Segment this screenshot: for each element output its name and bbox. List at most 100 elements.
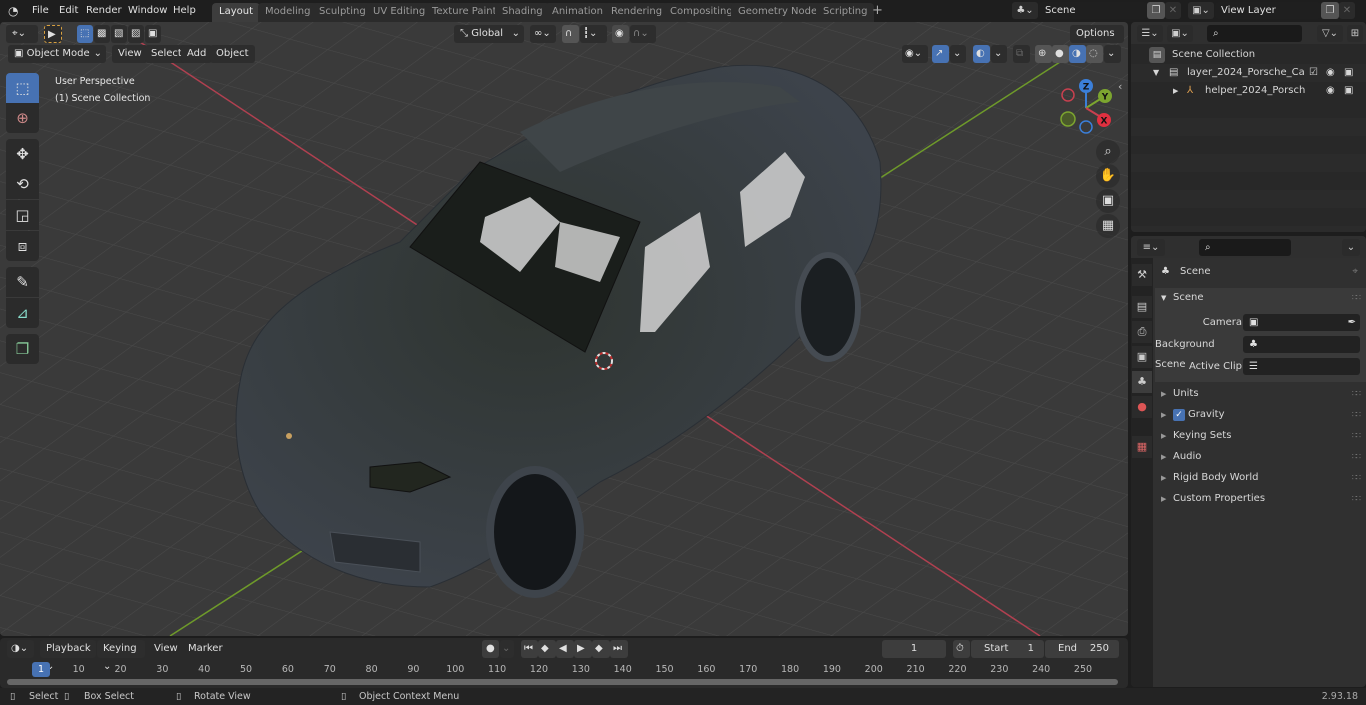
tool-rotate[interactable]: ⟲ [6,169,39,199]
tool-add-cube[interactable]: ❐ [6,334,39,364]
tool-cursor[interactable]: ⊕ [6,103,39,133]
tab-scene[interactable]: ♣ [1132,371,1152,393]
delete-view-layer-button[interactable]: ✕ [1339,2,1355,19]
editor-type-button[interactable]: ⌖⌄ [6,25,38,43]
visibility-dropdown[interactable]: ◉⌄ [902,45,928,63]
timeline-scrollbar[interactable] [7,679,1118,685]
tab-output[interactable]: ⎙ [1132,321,1152,343]
tool-move[interactable]: ✥ [6,139,39,169]
shading-solid-button[interactable]: ● [1052,45,1069,63]
gizmo-neg-z[interactable] [1079,120,1093,134]
gizmo-neg-y[interactable] [1060,111,1076,127]
view-menu[interactable]: View [112,45,148,63]
tool-select-button[interactable]: ▶ [44,25,62,43]
new-scene-button[interactable]: ❐ [1147,2,1165,19]
snap-toggle[interactable]: ∩ [562,25,579,43]
panel-units[interactable]: ▶ Units ∷∷ [1155,384,1366,404]
select-mode-intersect-button[interactable]: ▣ [145,25,161,43]
panel-audio[interactable]: ▶ Audio ∷∷ [1155,447,1366,467]
navigation-gizmo[interactable]: Z Y X [1053,74,1123,144]
play-reverse-button[interactable]: ◀ [556,640,574,658]
tool-transform[interactable]: ⧈ [6,231,39,261]
tool-measure[interactable]: ⊿ [6,298,39,328]
snap-target-dropdown[interactable]: ┇⌄ [580,25,607,43]
tool-select-box[interactable]: ⬚ [6,73,39,103]
drag-handle-icon[interactable]: ∷∷ [1352,405,1361,425]
gravity-checkbox[interactable]: ✓ [1173,409,1185,421]
new-collection-button[interactable]: ⊞ [1347,25,1363,42]
viewport-scene[interactable] [0,22,1128,636]
keying-dropdown[interactable]: Keying ⌄ [97,640,145,672]
gizmo-neg-x[interactable] [1061,88,1075,102]
end-frame-field[interactable]: End 250 [1045,640,1119,658]
properties-editor-type-button[interactable]: ≡⌄ [1137,239,1165,256]
scene-section-header[interactable]: ▼ Scene ∷∷ [1155,288,1366,308]
shading-rendered-button[interactable]: ◌ [1086,45,1103,63]
timeline-marker-menu[interactable]: Marker [182,640,229,658]
tab-uv-editing[interactable]: UV Editing [366,3,433,22]
proportional-edit-toggle[interactable]: ◉ [612,25,629,43]
start-frame-field[interactable]: Start 1 [971,640,1044,658]
eye-icon[interactable]: ◉ [1326,64,1335,82]
current-frame-field[interactable]: 1 [882,640,946,658]
scene-selector-button[interactable]: ♣⌄ [1012,2,1038,19]
filter-button[interactable]: ▽⌄ [1317,25,1343,42]
outliner-row-helper[interactable]: ▶ ⅄ helper_2024_Porsche_Ca ◉ ▣ [1131,82,1366,100]
options-dropdown[interactable]: Options ⌄ [1070,25,1124,57]
menu-render[interactable]: Render [80,3,128,19]
menu-file[interactable]: File [26,3,55,19]
drag-handle-icon[interactable]: ∷∷ [1352,447,1361,467]
background-scene-field[interactable]: ♣ [1243,336,1360,353]
tab-geometry-nodes[interactable]: Geometry Nodes [731,3,830,22]
playback-dropdown[interactable]: Playback ⌄ [40,640,96,672]
play-button[interactable]: ▶ [574,640,592,658]
xray-toggle[interactable]: ⧉ [1013,45,1030,63]
outliner-row-collection[interactable]: ▼ ▤ layer_2024_Porsche_Cayenne ☑ ◉ ▣ [1131,64,1366,82]
pan-view-button[interactable]: ✋ [1096,164,1120,188]
overlays-toggle[interactable]: ◐ [973,45,990,63]
scene-name-field[interactable]: Scene [1039,2,1147,19]
menu-help[interactable]: Help [167,3,202,19]
panel-custom-properties[interactable]: ▶ Custom Properties ∷∷ [1155,489,1366,509]
camera-view-button[interactable]: ▣ [1096,189,1120,213]
jump-start-button[interactable]: ⏮ [521,640,538,658]
overlays-dropdown[interactable]: ⌄ [991,45,1007,63]
eyedropper-icon[interactable]: ✒ [1348,314,1356,331]
properties-options-button[interactable]: ⌄ [1342,239,1360,256]
drag-handle-icon[interactable]: ∷∷ [1352,384,1361,404]
tab-modeling[interactable]: Modeling [258,3,318,22]
gizmo-toggle[interactable]: ↗ [932,45,949,63]
shading-material-button[interactable]: ◑ [1069,45,1086,63]
outliner-editor-type-button[interactable]: ☰⌄ [1137,25,1163,42]
tab-render[interactable]: ▤ [1132,296,1152,318]
view-layer-name-field[interactable]: View Layer [1215,2,1321,19]
expand-arrow-icon[interactable]: ▼ [1153,64,1159,82]
object-menu[interactable]: Object [210,45,255,63]
blender-logo-icon[interactable]: ◔ [8,4,22,18]
tab-texture-paint[interactable]: Texture Paint [425,3,504,22]
3d-viewport[interactable]: ⌖⌄ ▶ ⬚ ▩ ▧ ▨ ▣ ⤡ Global ⌄ ∞⌄ ∩ ┇⌄ ◉ ∩⌄ Op… [0,22,1128,636]
expand-arrow-icon[interactable]: ▶ [1173,82,1178,100]
eye-icon[interactable]: ◉ [1326,82,1335,100]
drag-handle-icon[interactable]: ∷∷ [1352,468,1361,488]
shading-wireframe-button[interactable]: ⊕ [1035,45,1052,63]
record-button[interactable]: ● [482,640,499,658]
add-menu[interactable]: Add [181,45,213,63]
tab-world[interactable]: ● [1132,396,1152,418]
tab-shading[interactable]: Shading [495,3,550,22]
select-mode-extend-button[interactable]: ▩ [94,25,110,43]
sidebar-toggle-icon[interactable]: ‹ [1118,80,1122,93]
falloff-dropdown[interactable]: ∩⌄ [630,25,656,43]
tab-tool[interactable]: ⚒ [1132,264,1152,286]
select-mode-invert-button[interactable]: ▨ [128,25,144,43]
record-options-dropdown[interactable]: ⌄ [500,640,514,658]
exclude-checkbox[interactable]: ☑ [1309,64,1318,82]
tab-sculpting[interactable]: Sculpting [312,3,373,22]
pivot-point-dropdown[interactable]: ∞⌄ [530,25,556,43]
tab-compositing[interactable]: Compositing [663,3,740,22]
tab-texture[interactable]: ▦ [1132,436,1152,458]
gizmo-dropdown[interactable]: ⌄ [950,45,966,63]
active-clip-field[interactable]: ☰ [1243,358,1360,375]
object-mode-dropdown[interactable]: ▣ Object Mode ⌄ [8,45,106,63]
panel-keying-sets[interactable]: ▶ Keying Sets ∷∷ [1155,426,1366,446]
